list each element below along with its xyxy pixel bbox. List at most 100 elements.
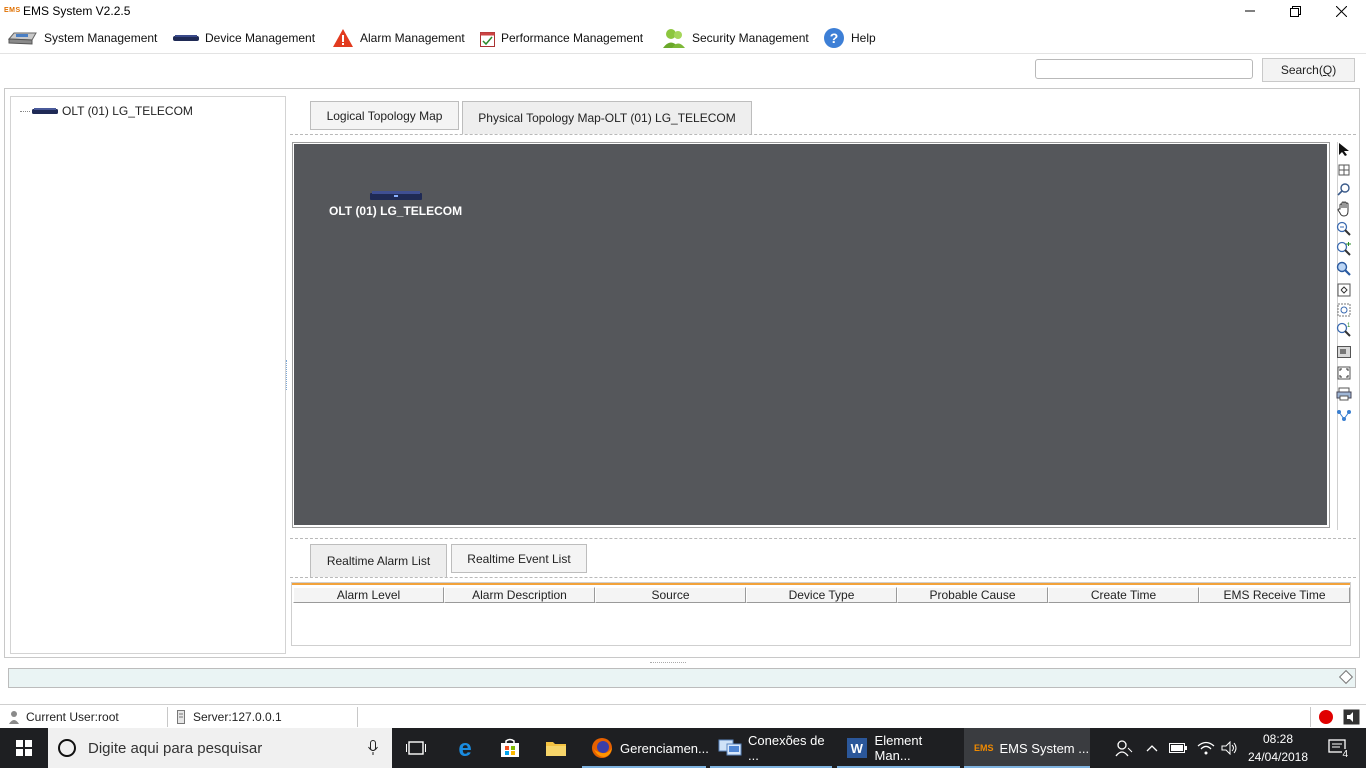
clock-time: 08:28 [1262, 732, 1294, 746]
alarm-table: Alarm Level Alarm Description Source Dev… [291, 582, 1351, 646]
action-center-icon[interactable]: 4 [1318, 728, 1358, 768]
search-button[interactable]: Search(Q) [1262, 58, 1355, 82]
menu-alarm-management[interactable]: Alarm Management [332, 26, 465, 50]
restore-button[interactable] [1272, 0, 1318, 22]
taskbar-app-ems-system[interactable]: EMS EMS System ... [964, 728, 1090, 768]
taskbar-clock[interactable]: 08:28 24/04/2018 [1246, 730, 1310, 766]
search-icon[interactable] [1335, 180, 1353, 198]
menu-security-management[interactable]: Security Management [662, 26, 809, 50]
show-hidden-icons[interactable] [1140, 728, 1164, 768]
status-separator [1310, 707, 1311, 727]
tab-realtime-alarm-list[interactable]: Realtime Alarm List [310, 544, 447, 577]
start-button[interactable] [4, 728, 44, 768]
topology-canvas[interactable] [294, 144, 1327, 525]
zoom-reset-icon[interactable] [1335, 301, 1353, 319]
help-icon: ? [823, 27, 845, 49]
menu-system-management[interactable]: System Management [8, 26, 157, 50]
microphone-icon[interactable] [368, 740, 378, 759]
column-label: Create Time [1090, 588, 1157, 602]
select-pointer-icon[interactable] [1335, 140, 1353, 158]
taskbar-search-placeholder: Digite aqui para pesquisar [88, 739, 263, 757]
tree-item-olt[interactable]: OLT (01) LG_TELECOM [20, 103, 193, 119]
pan-hand-icon[interactable] [1335, 200, 1353, 218]
search-input[interactable] [1035, 59, 1253, 79]
message-strip [8, 668, 1356, 688]
menu-label: System Management [44, 31, 158, 45]
people-icon[interactable] [1104, 728, 1144, 768]
svg-text:?: ? [830, 30, 839, 46]
menu-label: Help [851, 31, 876, 45]
olt-node-icon[interactable] [370, 190, 422, 202]
current-user-status: Current User:root [8, 708, 119, 726]
file-explorer-icon[interactable] [536, 728, 576, 768]
edge-browser-icon[interactable]: e [445, 728, 485, 768]
diamond-icon[interactable] [1338, 669, 1354, 685]
column-label: Alarm Level [336, 588, 401, 602]
tree-connector [20, 110, 30, 112]
column-header-device-type[interactable]: Device Type [746, 587, 897, 603]
minimize-button[interactable] [1227, 0, 1273, 22]
menu-bar: System Management Device Management Alar… [0, 23, 1366, 54]
tab-logical-topology[interactable]: Logical Topology Map [310, 101, 459, 130]
column-header-alarm-level[interactable]: Alarm Level [293, 587, 444, 603]
olt-node-label[interactable]: OLT (01) LG_TELECOM [329, 204, 462, 218]
column-header-source[interactable]: Source [595, 587, 746, 603]
column-header-alarm-description[interactable]: Alarm Description [444, 587, 595, 603]
column-header-probable-cause[interactable]: Probable Cause [897, 587, 1048, 603]
ems-icon: EMS [974, 743, 994, 753]
tab-label: Realtime Event List [467, 551, 571, 566]
tab-physical-topology[interactable]: Physical Topology Map-OLT (01) LG_TELECO… [462, 101, 752, 134]
layout-icon[interactable] [1335, 406, 1353, 424]
zoom-out-icon[interactable] [1335, 220, 1353, 238]
tab-realtime-event-list[interactable]: Realtime Event List [451, 544, 587, 573]
fit-icon[interactable] [1335, 281, 1353, 299]
splitter-handle[interactable] [286, 360, 288, 390]
search-button-label: Search( [1280, 63, 1323, 77]
zoom-in-icon[interactable] [1335, 240, 1353, 258]
zoom-region-icon[interactable] [1335, 260, 1353, 278]
taskbar-search-box[interactable]: Digite aqui para pesquisar [48, 728, 392, 768]
cortana-icon [58, 739, 76, 757]
firefox-icon [591, 737, 613, 759]
taskbar-app-firefox[interactable]: Gerenciamen... [582, 728, 709, 768]
store-icon[interactable] [490, 728, 530, 768]
topology-toolbar: 1 [1334, 138, 1354, 428]
server-label: Server:127.0.0.1 [193, 710, 282, 724]
status-separator [167, 707, 168, 727]
taskbar-app-network-connections[interactable]: Conexões de ... [710, 728, 832, 768]
menu-performance-management[interactable]: Performance Management [480, 26, 643, 50]
column-label: Probable Cause [929, 588, 1016, 602]
zoom-custom-icon[interactable]: 1 [1335, 321, 1353, 339]
bottom-splitter[interactable] [650, 662, 686, 663]
alarm-indicator-icon[interactable] [1318, 709, 1334, 728]
overview-icon[interactable] [1335, 343, 1353, 361]
close-button[interactable] [1318, 0, 1364, 22]
grid-icon[interactable] [1335, 161, 1353, 179]
taskbar-app-label: Element Man... [874, 733, 923, 763]
volume-icon[interactable] [1218, 728, 1242, 768]
wifi-icon[interactable] [1194, 728, 1218, 768]
menu-help[interactable]: ? Help [823, 26, 876, 50]
tab-divider [290, 577, 1356, 578]
olt-device-icon [32, 104, 58, 118]
fullscreen-icon[interactable] [1335, 364, 1353, 382]
network-connections-icon [718, 738, 742, 758]
section-divider[interactable] [290, 538, 1356, 539]
menu-device-management[interactable]: Device Management [173, 26, 315, 50]
tab-label: Logical Topology Map [326, 108, 443, 123]
taskbar-app-label: Conexões de ... [748, 733, 825, 763]
device-icon [173, 33, 199, 43]
column-header-create-time[interactable]: Create Time [1048, 587, 1199, 603]
sound-toggle-icon[interactable] [1343, 709, 1360, 728]
tab-label: Physical Topology Map-OLT (01) LG_TELECO… [478, 111, 736, 125]
tree-item-label: OLT (01) LG_TELECOM [62, 104, 193, 118]
taskbar-app-label: Gerenciamen... [620, 740, 709, 756]
print-icon[interactable] [1335, 385, 1353, 403]
task-view-icon[interactable] [396, 728, 436, 768]
battery-icon[interactable] [1166, 728, 1190, 768]
user-icon [8, 710, 20, 724]
taskbar-app-word[interactable]: W Element Man... [837, 728, 960, 768]
app-logo: EMS [4, 7, 21, 14]
column-label: Alarm Description [472, 588, 567, 602]
column-header-ems-receive-time[interactable]: EMS Receive Time [1199, 587, 1350, 603]
